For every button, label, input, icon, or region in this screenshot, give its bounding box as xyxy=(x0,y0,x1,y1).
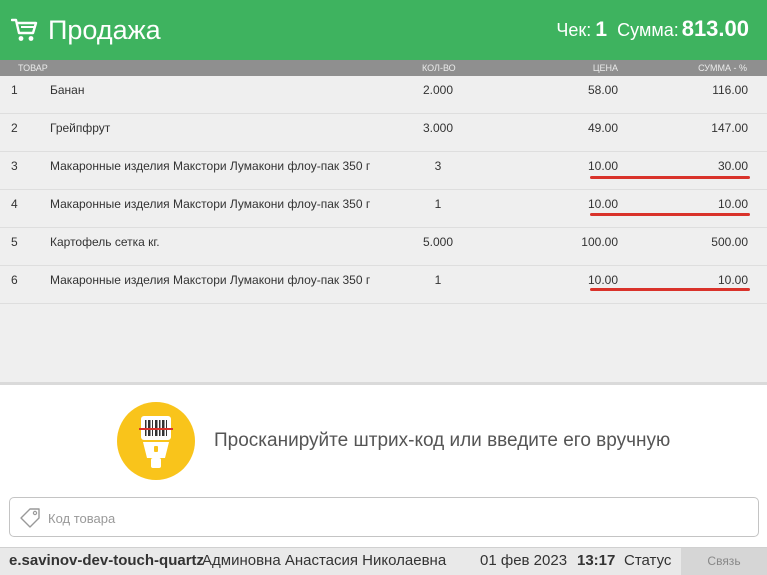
row-qty: 3 xyxy=(434,159,442,173)
highlight-underline xyxy=(590,176,750,179)
row-number: 1 xyxy=(11,83,18,97)
barcode-scanner-icon xyxy=(117,402,195,480)
row-price: 10.00 xyxy=(587,273,618,287)
row-price: 10.00 xyxy=(587,159,618,173)
divider xyxy=(0,382,767,385)
row-total: 116.00 xyxy=(712,83,748,97)
tag-icon xyxy=(20,508,40,528)
highlight-underline xyxy=(590,213,750,216)
row-price: 49.00 xyxy=(587,121,618,135)
page-title: Продажа xyxy=(48,15,161,45)
row-name: Картофель сетка кг. xyxy=(50,235,160,249)
column-header-qty: КОЛ-ВО xyxy=(422,63,456,73)
column-header-name: ТОВАР xyxy=(18,63,48,73)
table-row[interactable]: 6 Макаронные изделия Макстори Лумакони ф… xyxy=(0,266,767,304)
row-number: 3 xyxy=(11,159,18,173)
pos-sale-screen: Продажа Чек: 1 Сумма: 813.00 ТОВАР КОЛ-В… xyxy=(0,0,767,575)
row-qty: 1 xyxy=(434,197,442,211)
row-number: 4 xyxy=(11,197,18,211)
row-name: Макаронные изделия Макстори Лумакони фло… xyxy=(50,197,371,211)
product-code-field[interactable] xyxy=(9,497,759,537)
row-total: 30.00 xyxy=(717,159,748,173)
row-qty: 1 xyxy=(434,273,442,287)
scan-prompt: Просканируйте штрих-код или введите его … xyxy=(214,430,671,451)
status-label[interactable]: Статус xyxy=(624,548,671,574)
cart-icon xyxy=(11,18,38,41)
row-price: 10.00 xyxy=(587,197,618,211)
row-number: 2 xyxy=(11,121,18,135)
status-bar: e.savinov-dev-touch-quartz Админовна Ана… xyxy=(0,547,767,575)
row-price: 58.00 xyxy=(587,83,618,97)
row-total: 10.00 xyxy=(717,273,748,287)
check-info: Чек: 1 xyxy=(556,18,607,42)
check-number: 1 xyxy=(595,18,607,41)
product-code-input[interactable] xyxy=(48,506,738,530)
row-qty: 2.000 xyxy=(422,83,454,97)
table-row[interactable]: 2 Грейпфрут 3.000 49.00 147.00 xyxy=(0,114,767,152)
table-row[interactable]: 3 Макаронные изделия Макстори Лумакони ф… xyxy=(0,152,767,190)
row-total: 500.00 xyxy=(711,235,748,249)
row-name: Грейпфрут xyxy=(50,121,111,135)
current-date: 01 фев 2023 xyxy=(480,552,568,569)
row-name: Макаронные изделия Макстори Лумакони фло… xyxy=(50,273,371,287)
sum-value: 813.00 xyxy=(681,16,749,41)
sum-info: Сумма: 813.00 xyxy=(617,16,749,43)
check-label: Чек: xyxy=(556,20,592,40)
row-total: 147.00 xyxy=(711,121,748,135)
connection-button[interactable]: Связь xyxy=(681,548,767,575)
row-number: 5 xyxy=(11,235,18,249)
table-row[interactable]: 5 Картофель сетка кг. 5.000 100.00 500.0… xyxy=(0,228,767,266)
table-row[interactable]: 4 Макаронные изделия Макстори Лумакони ф… xyxy=(0,190,767,228)
column-header-total: СУММА - % xyxy=(698,63,747,73)
host-name: e.savinov-dev-touch-quartz xyxy=(9,552,205,569)
header-bar: Продажа Чек: 1 Сумма: 813.00 xyxy=(0,0,767,60)
highlight-underline xyxy=(590,288,750,291)
items-table: 1 Банан 2.000 58.00 116.00 2 Грейпфрут 3… xyxy=(0,76,767,382)
row-total: 10.00 xyxy=(717,197,748,211)
row-qty: 5.000 xyxy=(422,235,454,249)
table-row[interactable]: 1 Банан 2.000 58.00 116.00 xyxy=(0,76,767,114)
user-name: Админовна Анастасия Николаевна xyxy=(202,552,447,569)
table-header: ТОВАР КОЛ-ВО ЦЕНА СУММА - % xyxy=(0,60,767,76)
row-number: 6 xyxy=(11,273,18,287)
sum-label: Сумма: xyxy=(617,20,679,40)
row-name: Банан xyxy=(50,83,85,97)
row-price: 100.00 xyxy=(581,235,618,249)
current-time: 13:17 xyxy=(577,552,616,569)
column-header-price: ЦЕНА xyxy=(592,63,618,73)
row-name: Макаронные изделия Макстори Лумакони фло… xyxy=(50,159,371,173)
row-qty: 3.000 xyxy=(422,121,454,135)
